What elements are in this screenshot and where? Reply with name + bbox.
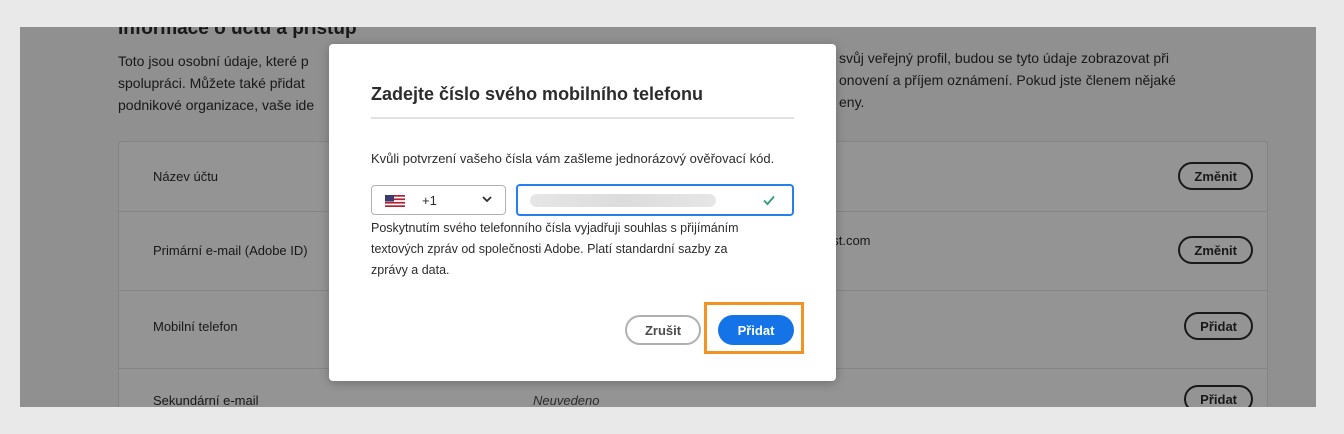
dialog-description: Kvůli potvrzení vašeho čísla vám zašleme…	[371, 151, 775, 166]
add-button[interactable]: Přidat	[718, 315, 794, 345]
checkmark-icon	[763, 195, 775, 206]
consent-line: Poskytnutím svého telefonního čísla vyja…	[371, 221, 739, 235]
dialog-title: Zadejte číslo svého mobilního telefonu	[371, 84, 704, 104]
add-phone-dialog: Zadejte číslo svého mobilního telefonu K…	[329, 44, 836, 381]
dialog-divider	[371, 117, 794, 119]
page-viewport: Informace o účtu a přístup Toto jsou oso…	[20, 27, 1316, 407]
dial-code: +1	[422, 193, 437, 208]
redacted-phone-number	[530, 194, 716, 207]
phone-number-input[interactable]	[516, 184, 794, 216]
consent-text: Poskytnutím svého telefonního čísla vyja…	[371, 218, 791, 281]
country-code-picker[interactable]: +1	[371, 185, 506, 215]
consent-line: zprávy a data.	[371, 263, 450, 277]
consent-line: textových zpráv od společnosti Adobe. Pl…	[371, 242, 728, 256]
chevron-down-icon	[482, 196, 492, 203]
us-flag-icon	[385, 195, 405, 207]
cancel-button[interactable]: Zrušit	[625, 315, 701, 345]
